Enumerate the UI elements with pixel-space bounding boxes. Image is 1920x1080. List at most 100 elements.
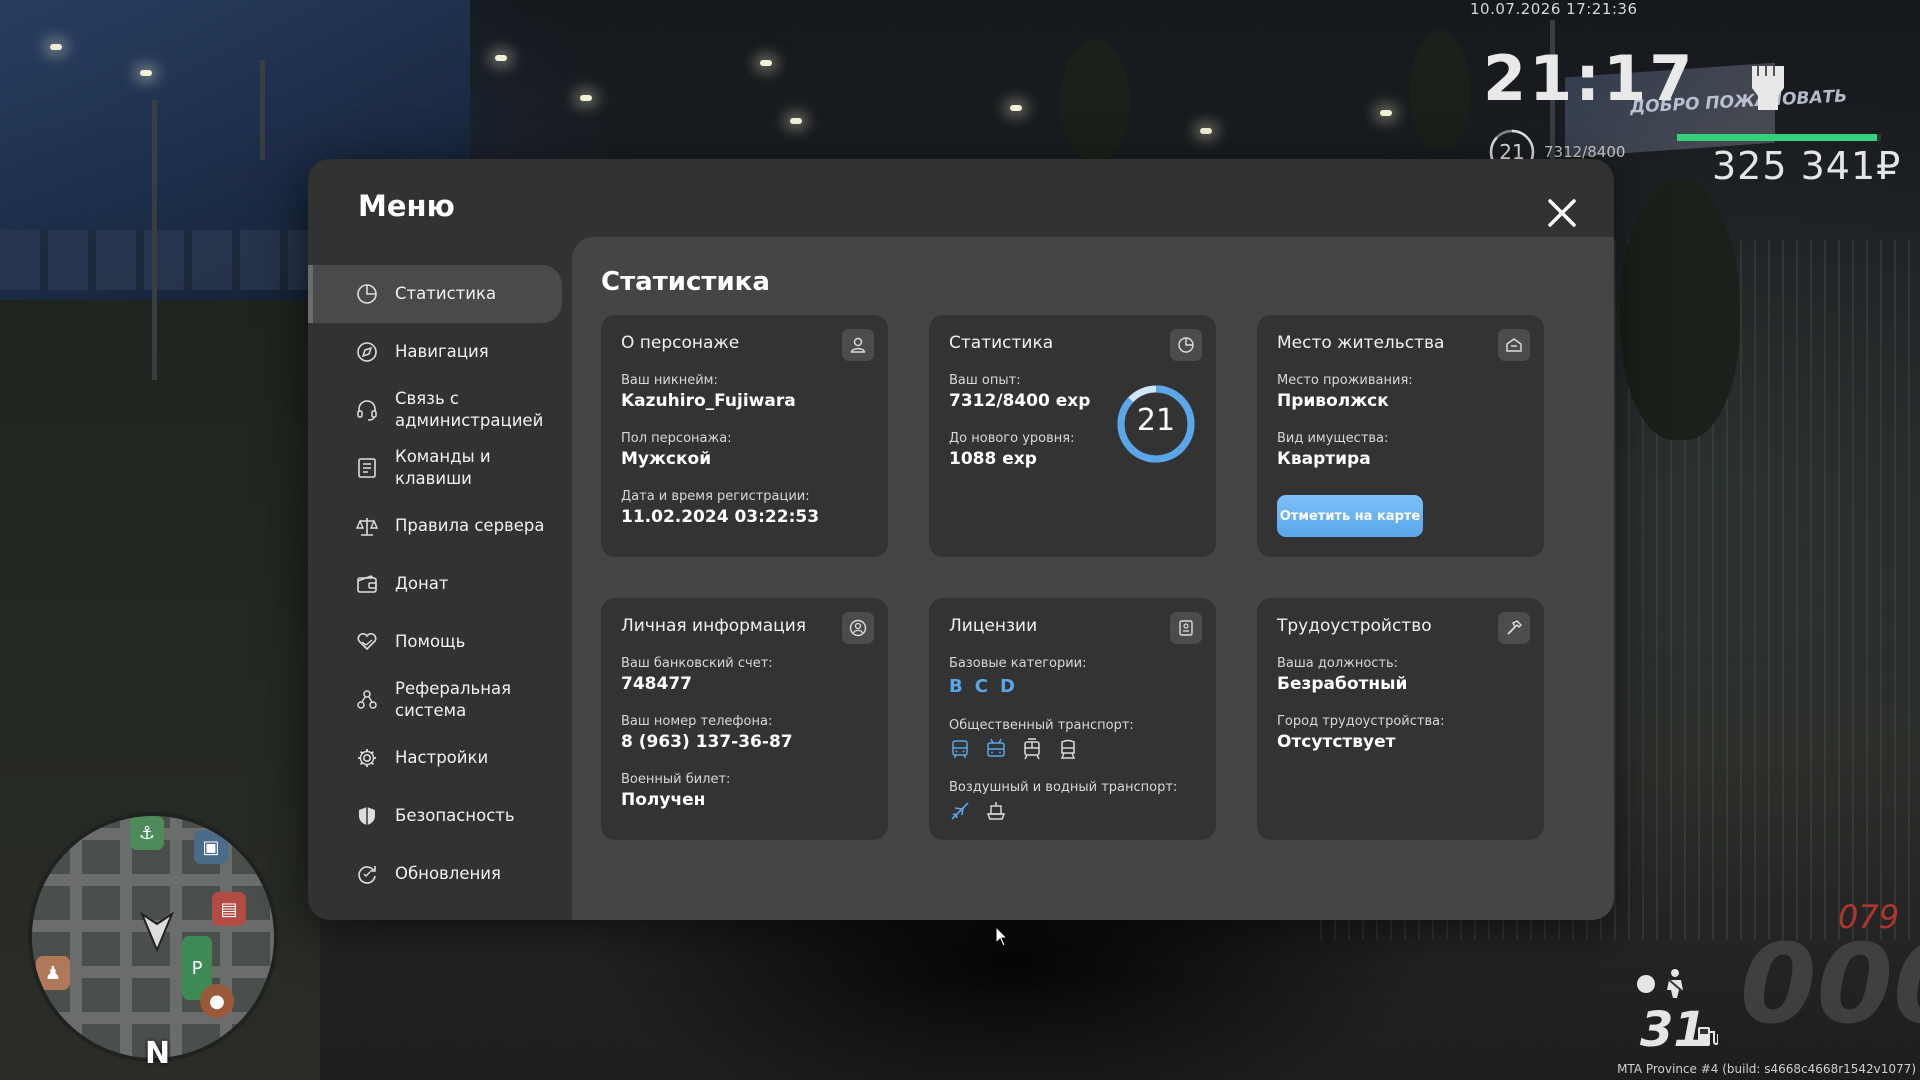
card-title: Место жительства <box>1277 333 1445 353</box>
shield-icon <box>359 807 375 825</box>
gear-icon <box>358 749 376 767</box>
sidebar-item-label: Обновления <box>395 864 501 883</box>
person-icon: ♟ <box>36 956 70 990</box>
employment-city-label: Город трудоустройства: <box>1277 714 1445 729</box>
tram-icon <box>1024 738 1040 760</box>
registration-label: Дата и время регистрации: <box>621 489 810 504</box>
page-title: Статистика <box>601 267 770 297</box>
player-arrow-icon <box>140 912 174 952</box>
build-info: MTA Province #4 (build: s4668c4668r1542v… <box>1617 1062 1916 1076</box>
public-transport-icons <box>949 738 1079 760</box>
bus-icon <box>952 740 968 758</box>
background-tree <box>1620 180 1740 440</box>
anchor-icon: ⚓ <box>130 816 164 850</box>
license-category: B <box>949 676 963 697</box>
mark-on-map-button[interactable]: Отметить на карте <box>1277 495 1423 537</box>
sidebar-item-updates[interactable]: Обновления <box>308 845 572 903</box>
hud-clock: 21:17 <box>1483 42 1696 115</box>
gender-value: Мужской <box>621 449 712 469</box>
card-icon-box <box>1170 329 1202 361</box>
position-label: Ваша должность: <box>1277 656 1399 671</box>
card-residence: Место жительства Место проживания: Приво… <box>1257 315 1544 557</box>
sidebar-item-commands[interactable]: Команды и клавиши <box>308 439 572 497</box>
exp-label: Ваш опыт: <box>949 373 1021 388</box>
pie-chart-icon <box>357 284 377 304</box>
registration-value: 11.02.2024 03:22:53 <box>621 507 820 527</box>
sidebar-item-label: Навигация <box>395 342 489 361</box>
street-light <box>140 70 152 76</box>
air-water-transport-label: Воздушный и водный транспорт: <box>949 780 1178 795</box>
train-icon <box>1060 739 1076 759</box>
military-id-label: Военный билет: <box>621 772 731 787</box>
license-card-icon <box>1179 620 1193 636</box>
street-light <box>1200 128 1212 134</box>
hud-speedometer: 000 <box>1740 920 1920 1048</box>
sidebar-item-label: Правила сервера <box>395 516 545 535</box>
exp-value: 7312/8400 exp <box>949 391 1091 411</box>
sidebar-item-referral[interactable]: Реферальная система <box>308 671 572 729</box>
street-light <box>760 60 772 66</box>
headlight-icon <box>1637 975 1655 993</box>
sidebar-item-label: Настройки <box>395 748 489 767</box>
card-title: Трудоустройство <box>1277 616 1432 636</box>
seatbelt-icon <box>1667 969 1683 998</box>
background-tree <box>1410 30 1470 150</box>
position-value: Безработный <box>1277 674 1408 694</box>
card-title: О персонаже <box>621 333 740 353</box>
user-circle-icon <box>849 619 867 637</box>
residence-place-label: Место проживания: <box>1277 373 1413 388</box>
headset-icon <box>357 400 377 421</box>
gas-station-icon: ▤ <box>212 892 246 926</box>
wallet-icon <box>357 575 377 593</box>
military-id-value: Получен <box>621 790 706 810</box>
level-value: 21 <box>1136 403 1176 438</box>
sidebar-item-help[interactable]: Помощь <box>308 613 572 671</box>
sidebar-item-settings[interactable]: Настройки <box>308 729 572 787</box>
property-type-label: Вид имущества: <box>1277 431 1389 446</box>
pie-chart-icon <box>1178 337 1194 353</box>
house-icon <box>1506 338 1522 352</box>
license-category: D <box>999 676 1015 697</box>
sidebar-item-admin-contact[interactable]: Связь с администрацией <box>308 381 572 439</box>
trolleybus-icon <box>987 738 1005 757</box>
hud-money: 325 341₽ <box>1712 144 1902 188</box>
sidebar-item-navigation[interactable]: Навигация <box>308 323 572 381</box>
bank-account-value: 748477 <box>621 674 692 694</box>
card-title: Статистика <box>949 333 1054 353</box>
residence-place-value: Приволжск <box>1277 391 1389 411</box>
sidebar-item-donate[interactable]: Донат <box>308 555 572 613</box>
street-light <box>495 55 507 61</box>
hud-health-fill <box>1677 134 1877 141</box>
public-transport-label: Общественный транспорт: <box>949 718 1134 733</box>
sidebar-item-statistics[interactable]: Статистика <box>308 265 562 323</box>
user-icon <box>850 337 866 353</box>
card-icon-box <box>842 612 874 644</box>
shop-icon: ● <box>200 984 234 1018</box>
hammer-icon <box>1507 620 1522 635</box>
gender-label: Пол персонажа: <box>621 431 732 446</box>
sidebar-item-security[interactable]: Безопасность <box>308 787 572 845</box>
card-icon-box <box>1498 329 1530 361</box>
card-employment: Трудоустройство Ваша должность: Безработ… <box>1257 598 1544 840</box>
card-icon-box <box>842 329 874 361</box>
content-panel: Статистика О персонаже Ваш никнейм: Kazu… <box>572 237 1614 920</box>
document-list-icon <box>358 458 376 478</box>
fuel-icon <box>1698 1027 1718 1046</box>
street-light <box>580 95 592 101</box>
air-water-transport-icons <box>949 800 1007 822</box>
next-level-label: До нового уровня: <box>949 431 1075 446</box>
sidebar-item-rules[interactable]: Правила сервера <box>308 497 572 555</box>
nickname-value: Kazuhiro_Fujiwara <box>621 391 796 411</box>
street-light <box>790 118 802 124</box>
card-personal-info: Личная информация Ваш банковский счет: 7… <box>601 598 888 840</box>
street-pole <box>152 100 157 380</box>
card-icon-box <box>1498 612 1530 644</box>
close-button[interactable] <box>1540 191 1584 235</box>
hud-datetime: 10.07.2026 17:21:36 <box>1470 0 1638 18</box>
card-title: Личная информация <box>621 616 807 636</box>
heart-hand-icon <box>357 632 377 651</box>
street-pole <box>260 60 265 160</box>
base-categories-label: Базовые категории: <box>949 656 1087 671</box>
scales-icon <box>356 518 378 536</box>
card-licenses: Лицензии Базовые категории: B C D Общест… <box>929 598 1216 840</box>
